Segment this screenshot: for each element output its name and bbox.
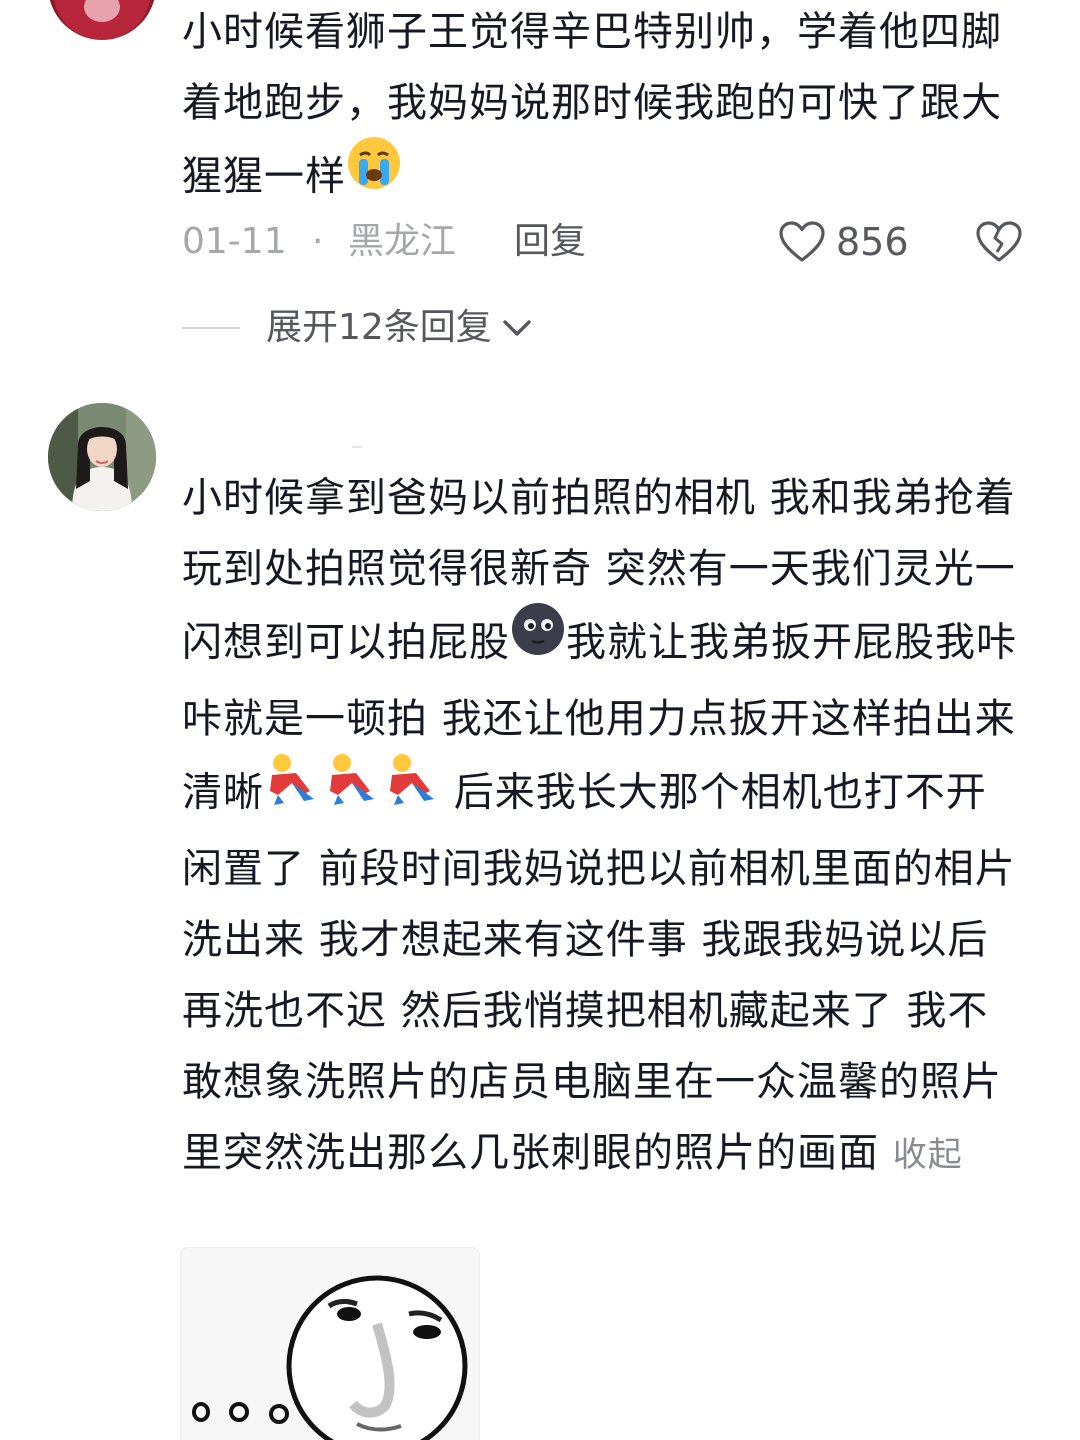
divider-line: [182, 327, 240, 329]
comment-text: 小时候拿到爸妈以前拍照的相机 我和我弟抢着玩到处拍照觉得很新奇 突然有一天我们灵…: [182, 463, 1022, 1191]
comment-meta: 01-11 · 黑龙江 回复 856: [182, 218, 1032, 266]
user-avatar[interactable]: [48, 403, 156, 511]
cartwheel-person-emoji: [264, 751, 440, 830]
crying-face-emoji: [346, 135, 402, 214]
like-count: 856: [836, 220, 909, 264]
comment-date: 01-11: [182, 221, 287, 262]
comment-text: 小时候看狮子王觉得辛巴特别帅，学着他四脚着地跑步，我妈妈说那时候我跑的可快了跟大…: [182, 0, 1022, 218]
broken-heart-icon[interactable]: [975, 220, 1023, 264]
expand-replies-label: 展开12条回复: [266, 307, 492, 348]
new-moon-face-emoji: [510, 601, 566, 680]
chevron-down-icon: [503, 320, 531, 336]
user-avatar[interactable]: [48, 0, 156, 40]
reply-button[interactable]: 回复: [514, 218, 586, 266]
like-button[interactable]: 856: [778, 218, 909, 266]
username-placeholder: [352, 446, 362, 448]
heart-icon: [779, 221, 825, 262]
collapse-button[interactable]: 收起: [893, 1135, 963, 1175]
comment-body: 后来我长大那个相机也打不开闲置了 前段时间我妈说把以前相机里面的相片洗出来 我才…: [182, 769, 1016, 1177]
meta-separator: ·: [312, 221, 324, 262]
expand-replies[interactable]: 展开12条回复: [182, 304, 532, 352]
round-face-sticker[interactable]: [180, 1247, 480, 1440]
comment-body: 小时候看狮子王觉得辛巴特别帅，学着他四脚着地跑步，我妈妈说那时候我跑的可快了跟大…: [182, 9, 1002, 200]
comment-location: 黑龙江: [348, 221, 457, 262]
